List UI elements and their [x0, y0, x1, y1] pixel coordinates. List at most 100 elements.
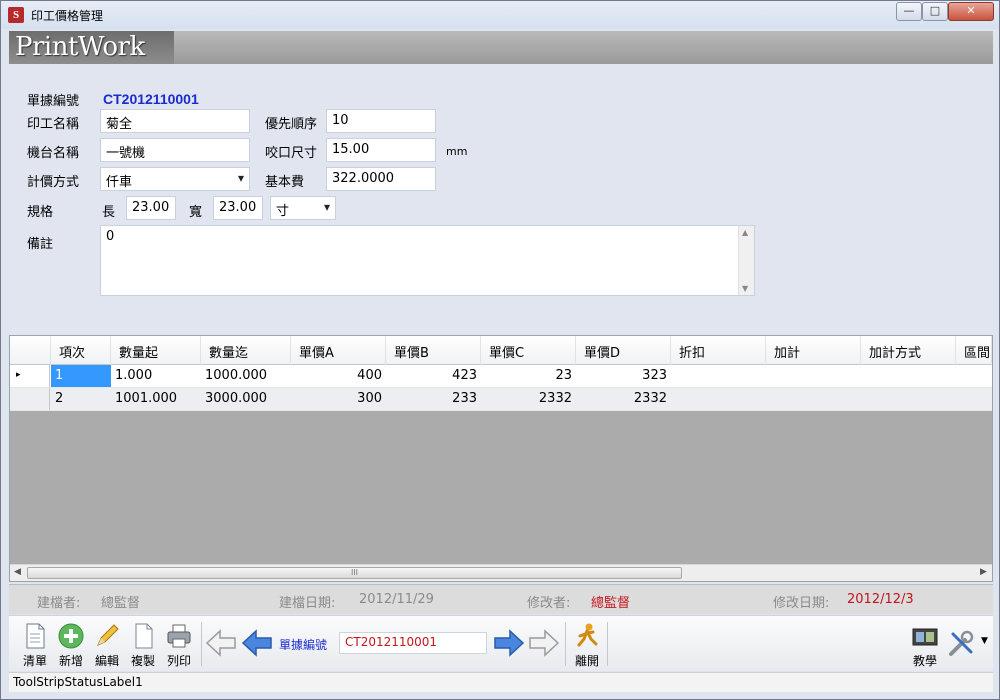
toolbar-separator: [201, 622, 202, 666]
priority-label: 優先順序: [265, 117, 318, 132]
priority-field[interactable]: 10: [326, 109, 436, 133]
grid-cell[interactable]: 1000.000: [201, 365, 291, 387]
memo-textarea[interactable]: 0 ▲ ▼: [100, 225, 755, 296]
bite-size-label: 咬口尺寸: [265, 146, 318, 161]
grid-cell[interactable]: 233: [386, 388, 481, 410]
length-label: 長: [102, 205, 116, 220]
pricing-method-select[interactable]: 仟車: [100, 167, 250, 191]
film-strip-icon: [912, 628, 938, 646]
base-fee-field[interactable]: 322.0000: [326, 167, 436, 191]
tools-icon[interactable]: [947, 628, 977, 658]
exit-button-label: 離開: [574, 654, 599, 668]
width-label: 寬: [189, 205, 203, 220]
print-button-label: 列印: [166, 654, 191, 668]
size-unit-value: 寸: [276, 204, 290, 219]
grid-header: 項次 數量起 數量迄 單價A 單價B 單價C 單價D 折扣 加計 加計方式 區間: [10, 336, 992, 365]
col-header-item[interactable]: 項次: [51, 336, 111, 365]
main-toolbar: 清單 新增 編輯 複製 列印 單據編號 CT2012110001 離開 教學 ▼: [9, 615, 993, 671]
clear-button-label: 清單: [22, 654, 47, 668]
print-button[interactable]: 列印: [161, 618, 197, 670]
running-person-icon: [577, 623, 598, 647]
grid-cell[interactable]: 2332: [481, 388, 576, 410]
scroll-up-icon[interactable]: ▲: [742, 228, 748, 237]
col-header-price-b[interactable]: 單價B: [386, 336, 481, 365]
row-header-corner: [10, 336, 51, 365]
printer-icon: [167, 624, 191, 648]
memo-label: 備註: [27, 237, 54, 252]
table-row[interactable]: 2 1001.000 3000.000 300 233 2332 2332: [10, 388, 992, 411]
toolbar-separator: [565, 622, 566, 666]
clear-button[interactable]: 清單: [17, 618, 53, 670]
grid-cell[interactable]: 2332: [576, 388, 671, 410]
grid-cell[interactable]: 1001.000: [111, 388, 201, 410]
previous-record-arrow-icon[interactable]: [241, 628, 273, 658]
next-record-arrow-icon[interactable]: [493, 628, 525, 658]
col-header-range[interactable]: 區間: [956, 336, 992, 365]
modified-date-value: 2012/12/3: [847, 592, 914, 607]
price-tier-grid: 項次 數量起 數量迄 單價A 單價B 單價C 單價D 折扣 加計 加計方式 區間…: [9, 335, 993, 582]
scrollbar-thumb[interactable]: III: [27, 567, 682, 579]
col-header-price-a[interactable]: 單價A: [291, 336, 386, 365]
modified-date-label: 修改日期:: [773, 596, 830, 611]
printwork-logo: PrintWork: [9, 31, 174, 64]
copy-button-label: 複製: [130, 654, 155, 668]
scroll-left-icon[interactable]: ◀: [14, 567, 21, 577]
status-label: ToolStripStatusLabel1: [13, 675, 143, 689]
col-header-surcharge-method[interactable]: 加計方式: [861, 336, 956, 365]
bite-size-field[interactable]: 15.00: [326, 138, 436, 162]
created-date-label: 建檔日期:: [279, 596, 336, 611]
exit-button[interactable]: 離開: [569, 618, 605, 670]
name-field[interactable]: 菊全: [100, 109, 250, 133]
grid-cell[interactable]: 323: [576, 365, 671, 387]
grid-cell[interactable]: 1: [51, 365, 111, 387]
col-header-price-d[interactable]: 單價D: [576, 336, 671, 365]
col-header-qty-from[interactable]: 數量起: [111, 336, 201, 365]
grid-horizontal-scrollbar[interactable]: ◀ III ▶: [10, 564, 992, 581]
grid-cell[interactable]: 400: [291, 365, 386, 387]
minimize-button[interactable]: —: [896, 2, 922, 21]
edit-button-label: 編輯: [94, 654, 119, 668]
scroll-down-icon[interactable]: ▼: [742, 284, 748, 293]
grid-cell[interactable]: 1.000: [111, 365, 201, 387]
pricing-method-value: 仟車: [106, 175, 133, 190]
pricing-method-label: 計價方式: [27, 175, 80, 190]
col-header-surcharge[interactable]: 加計: [766, 336, 861, 365]
tutorial-button[interactable]: 教學: [907, 618, 943, 670]
creator-label: 建檔者:: [37, 596, 81, 611]
memo-scrollbar[interactable]: ▲ ▼: [738, 226, 754, 295]
maximize-button[interactable]: □: [922, 2, 948, 21]
grid-cell[interactable]: 2: [51, 388, 111, 410]
next-record-gray-arrow-icon[interactable]: [528, 628, 560, 658]
toolbar-separator: [607, 622, 608, 666]
close-button[interactable]: ✕: [948, 2, 994, 21]
bite-unit-label: mm: [446, 145, 468, 158]
col-header-price-c[interactable]: 單價C: [481, 336, 576, 365]
created-date-value: 2012/11/29: [359, 592, 434, 607]
price-form: 單據編號 CT2012110001 印工名稱 菊全 優先順序 10 機台名稱 一…: [9, 64, 993, 334]
app-window: S 印工價格管理 — □ ✕ PrintWork 單據編號 CT20121100…: [0, 0, 1000, 700]
size-unit-select[interactable]: 寸: [270, 196, 336, 220]
modifier-label: 修改者:: [527, 596, 571, 611]
col-header-qty-to[interactable]: 數量迄: [201, 336, 291, 365]
memo-value: 0: [106, 229, 115, 244]
copy-button[interactable]: 複製: [125, 618, 161, 670]
machine-label: 機台名稱: [27, 146, 80, 161]
table-row[interactable]: ▸ 1 1.000 1000.000 400 423 23 323: [10, 365, 992, 388]
spec-label: 規格: [27, 205, 54, 220]
grid-cell[interactable]: 3000.000: [201, 388, 291, 410]
grid-cell[interactable]: 300: [291, 388, 386, 410]
grid-cell[interactable]: 23: [481, 365, 576, 387]
doc-no-nav-input[interactable]: CT2012110001: [339, 632, 487, 654]
tools-dropdown-chevron-icon[interactable]: ▼: [981, 636, 988, 646]
previous-record-gray-arrow-icon[interactable]: [205, 628, 237, 658]
edit-button[interactable]: 編輯: [89, 618, 125, 670]
machine-field[interactable]: 一號機: [100, 138, 250, 162]
scroll-right-icon[interactable]: ▶: [980, 567, 987, 577]
col-header-discount[interactable]: 折扣: [671, 336, 766, 365]
add-button[interactable]: 新增: [53, 618, 89, 670]
copy-document-icon: [135, 623, 153, 649]
current-row-icon: ▸: [10, 365, 50, 387]
length-field[interactable]: 23.00: [126, 196, 176, 220]
grid-cell[interactable]: 423: [386, 365, 481, 387]
width-field[interactable]: 23.00: [213, 196, 263, 220]
